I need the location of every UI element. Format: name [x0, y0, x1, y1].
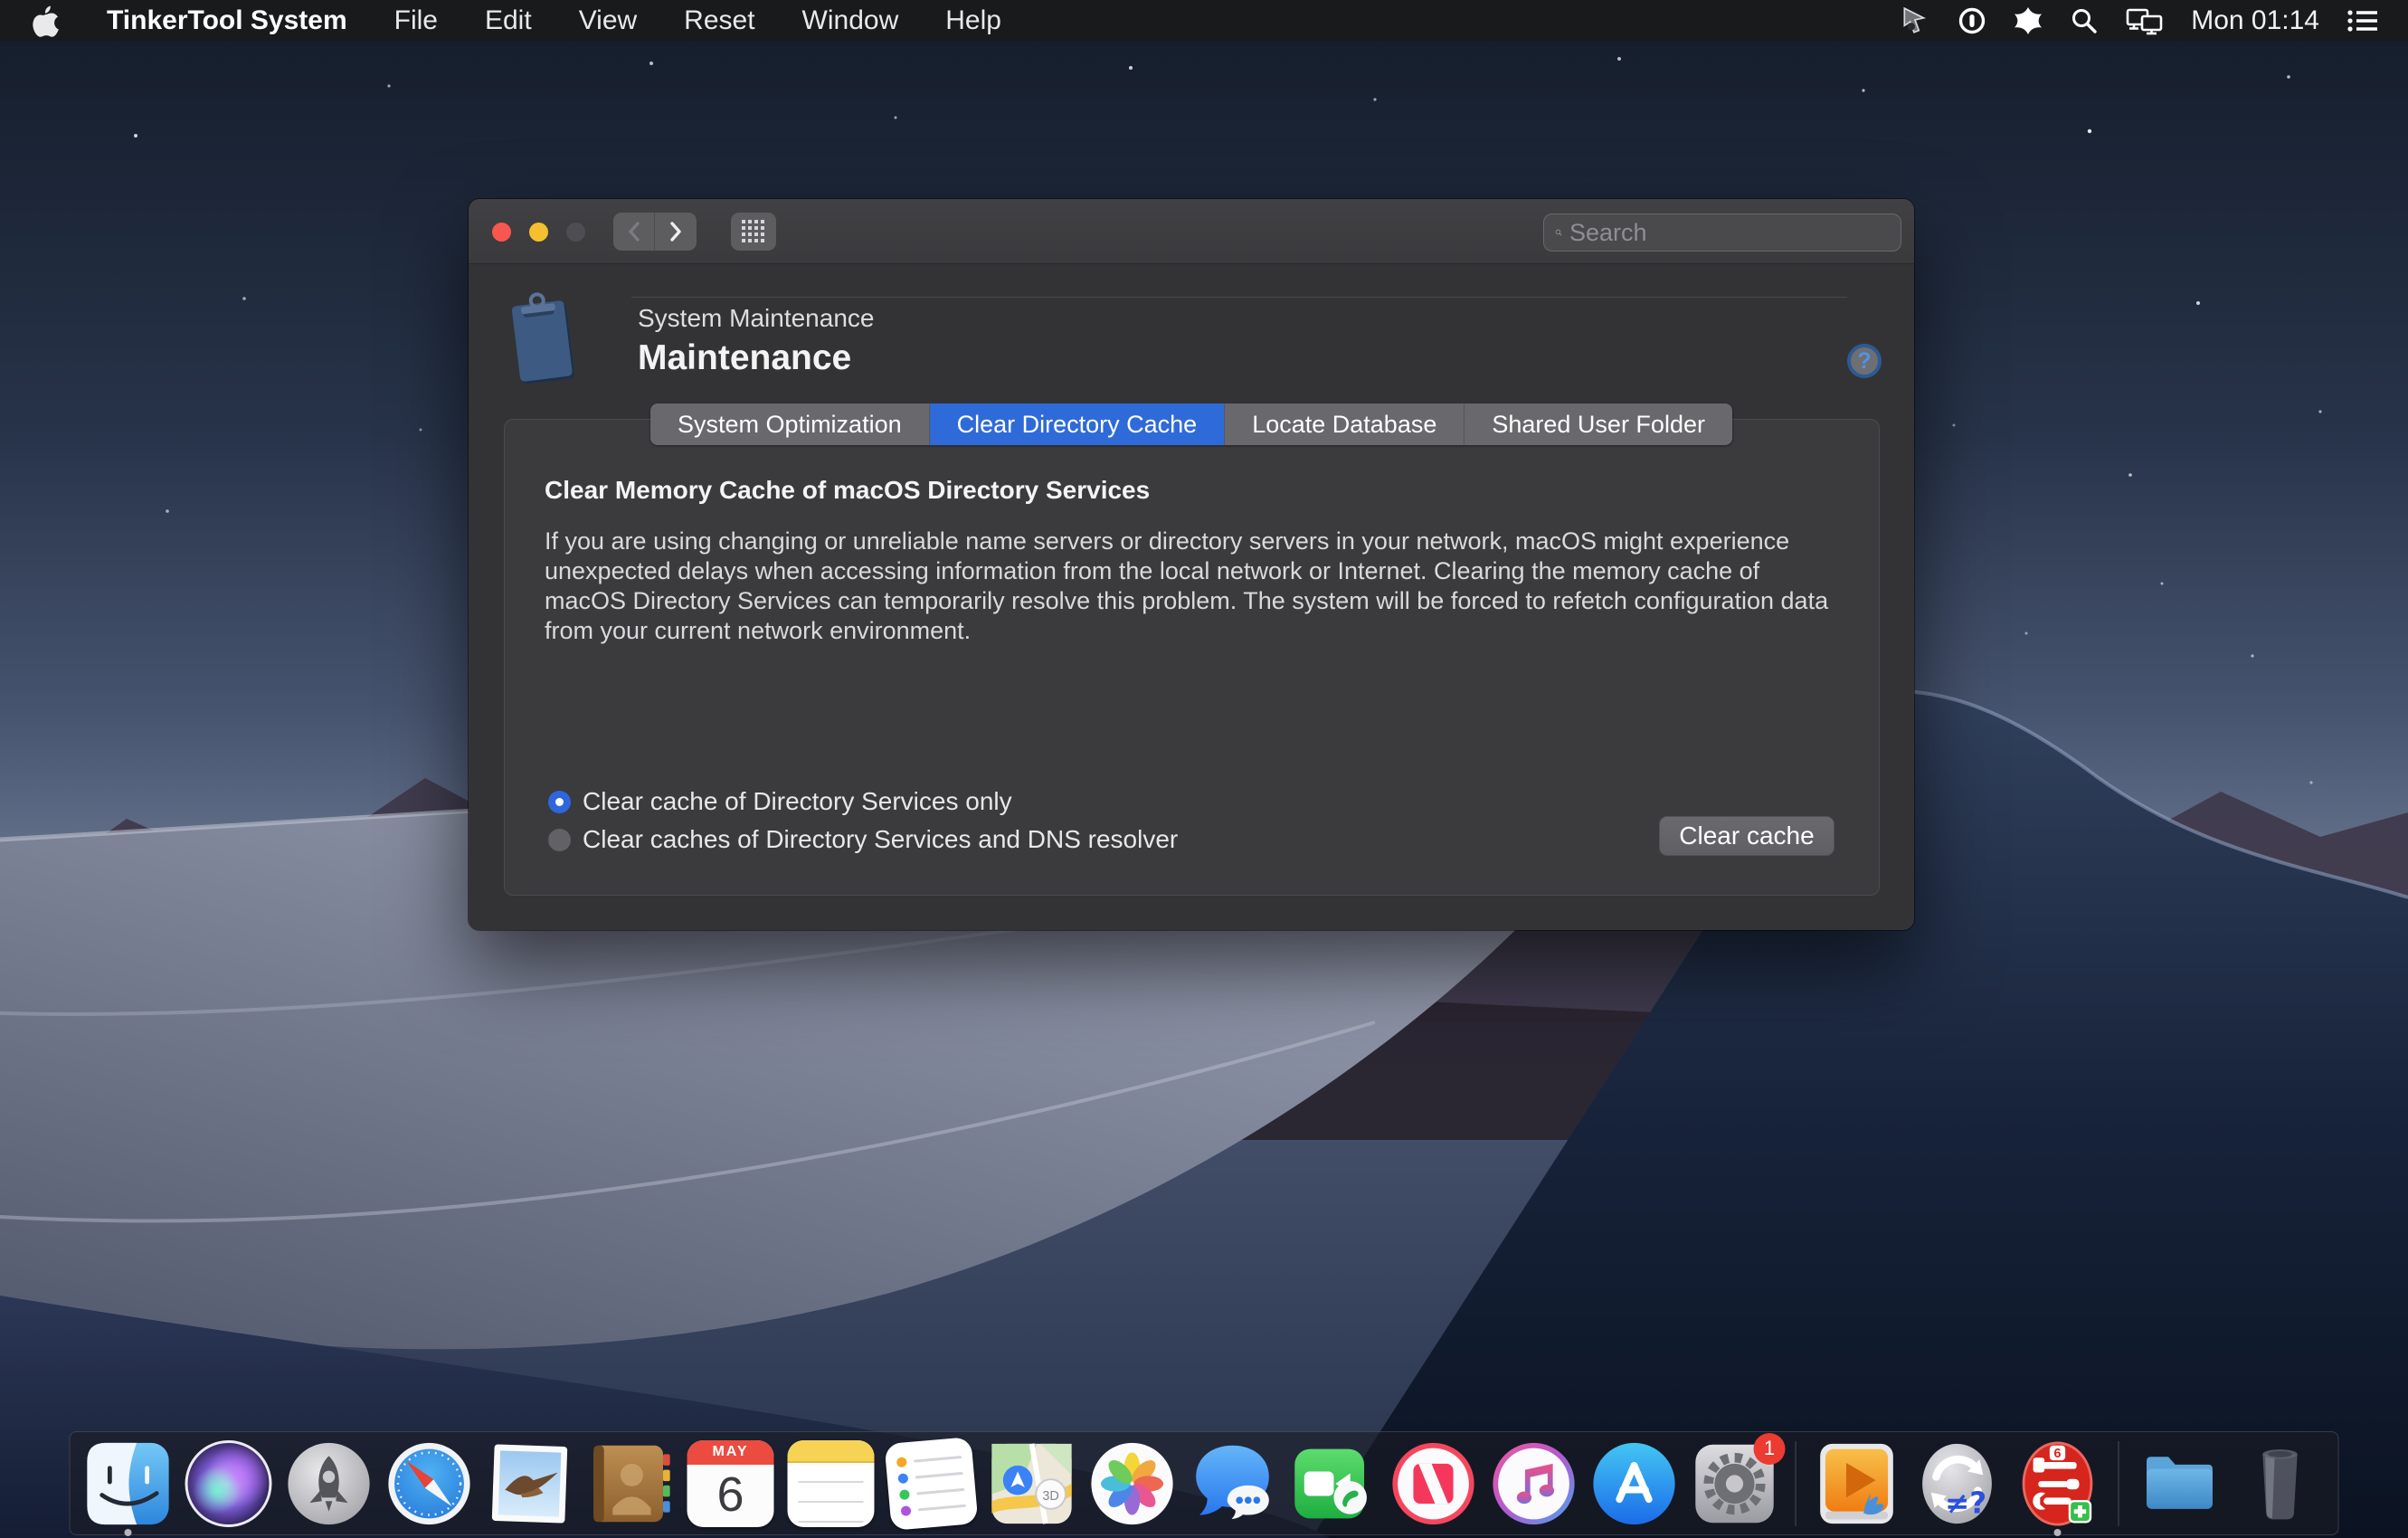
header-divider	[631, 297, 1847, 298]
maps-3d-badge: 3D	[1042, 1489, 1058, 1504]
dock-maps-icon[interactable]: 3D	[989, 1440, 1076, 1527]
menu-window[interactable]: Window	[802, 5, 899, 36]
dock-contacts-icon[interactable]	[587, 1440, 674, 1527]
search-icon	[1555, 221, 1562, 244]
grid-icon	[740, 218, 767, 245]
dock-system-preferences-icon[interactable]: 1	[1692, 1440, 1778, 1527]
menu-help[interactable]: Help	[945, 5, 1001, 36]
chevron-right-icon	[672, 223, 679, 240]
radio-label: Clear cache of Directory Services only	[583, 787, 1012, 816]
dock-itunes-icon[interactable]	[1491, 1440, 1578, 1527]
tab-bar: System Optimization Clear Directory Cach…	[650, 403, 1732, 445]
avast-icon[interactable]	[2014, 6, 2043, 35]
dock-notes-icon[interactable]	[788, 1440, 875, 1527]
radio-selected-icon[interactable]	[548, 791, 571, 813]
dock-photos-icon[interactable]	[1089, 1440, 1176, 1527]
pane-title: Maintenance	[638, 338, 851, 378]
menu-file[interactable]: File	[394, 5, 438, 36]
menu-bar: TinkerTool System File Edit View Reset W…	[0, 0, 2408, 41]
radio-unselected-icon[interactable]	[548, 829, 571, 851]
forward-button[interactable]	[655, 213, 697, 251]
system-maintenance-pane-icon	[503, 290, 581, 389]
tab-clear-directory-cache[interactable]: Clear Directory Cache	[930, 403, 1226, 445]
running-indicator	[2054, 1529, 2062, 1536]
dock-tinkertool-system-icon[interactable]: 6	[2015, 1440, 2101, 1527]
menu-bar-clock[interactable]: Mon 01:14	[2191, 5, 2319, 36]
show-all-panes-button[interactable]	[731, 213, 776, 251]
menu-edit[interactable]: Edit	[485, 5, 532, 36]
dock-safari-icon[interactable]	[386, 1440, 473, 1527]
desktop: TinkerTool System File Edit View Reset W…	[0, 0, 2408, 1538]
pane-subtitle: System Maintenance	[638, 304, 874, 333]
dock-siri-icon[interactable]	[185, 1440, 272, 1527]
pane-description: If you are using changing or unreliable …	[545, 527, 1829, 646]
menu-view[interactable]: View	[579, 5, 637, 36]
dock-sync-app-icon[interactable]: ≠?	[1914, 1440, 2001, 1527]
dock-video-downloader-app-icon[interactable]	[1814, 1440, 1901, 1527]
dock-trash-icon[interactable]	[2237, 1440, 2324, 1527]
tab-locate-database[interactable]: Locate Database	[1225, 403, 1465, 445]
radio-row-ds-only[interactable]: Clear cache of Directory Services only	[548, 787, 1012, 816]
back-button[interactable]	[613, 213, 655, 251]
dock-news-icon[interactable]	[1390, 1440, 1477, 1527]
apple-menu-icon[interactable]	[31, 4, 60, 38]
dock-facetime-icon[interactable]	[1290, 1440, 1377, 1527]
tab-shared-user-folder[interactable]: Shared User Folder	[1465, 403, 1732, 445]
radio-row-ds-and-dns[interactable]: Clear caches of Directory Services and D…	[548, 825, 1178, 854]
search-input[interactable]	[1569, 219, 1890, 247]
zoom-button	[566, 223, 585, 242]
calendar-day: 6	[687, 1465, 774, 1524]
screen-tool-cursor-icon[interactable]	[1900, 5, 1930, 36]
tab-system-optimization[interactable]: System Optimization	[650, 403, 930, 445]
dock-reminders-icon[interactable]	[888, 1440, 975, 1527]
minimize-button[interactable]	[529, 223, 548, 242]
help-button[interactable]: ?	[1847, 344, 1882, 378]
sync-glyph: ≠?	[1945, 1486, 1986, 1520]
dock-launchpad-icon[interactable]	[286, 1440, 373, 1527]
menu-reset[interactable]: Reset	[684, 5, 754, 36]
running-indicator	[125, 1529, 132, 1536]
chevron-left-icon	[630, 223, 638, 240]
radio-label: Clear caches of Directory Services and D…	[583, 825, 1178, 854]
calendar-month: MAY	[687, 1440, 774, 1465]
window-titlebar[interactable]	[469, 199, 1914, 264]
dock-messages-icon[interactable]	[1190, 1440, 1276, 1527]
dock-finder-icon[interactable]	[85, 1440, 172, 1527]
1password-icon[interactable]	[1958, 6, 1986, 35]
notification-badge: 1	[1754, 1433, 1786, 1465]
pane-content-box: Clear Memory Cache of macOS Directory Se…	[504, 419, 1880, 896]
dock-mail-icon[interactable]	[487, 1440, 574, 1527]
dock-downloads-folder-icon[interactable]	[2137, 1440, 2223, 1527]
dock-calendar-icon[interactable]: MAY 6	[687, 1440, 774, 1527]
tinkertool-window: System Maintenance Maintenance ? System …	[469, 199, 1914, 930]
dock-app-store-icon[interactable]	[1591, 1440, 1678, 1527]
airplay-displays-icon[interactable]	[2126, 6, 2164, 35]
clear-cache-button[interactable]: Clear cache	[1659, 816, 1834, 856]
dock-separator	[1796, 1441, 1797, 1526]
active-app-name[interactable]: TinkerTool System	[107, 5, 347, 36]
tinkertool-version: 6	[2053, 1447, 2061, 1461]
pane-heading: Clear Memory Cache of macOS Directory Se…	[545, 476, 1150, 505]
dock: MAY 6	[70, 1431, 2339, 1535]
close-button[interactable]	[492, 223, 511, 242]
spotlight-icon[interactable]	[2070, 6, 2099, 35]
search-field[interactable]	[1543, 214, 1901, 252]
notification-center-icon[interactable]	[2346, 7, 2379, 34]
